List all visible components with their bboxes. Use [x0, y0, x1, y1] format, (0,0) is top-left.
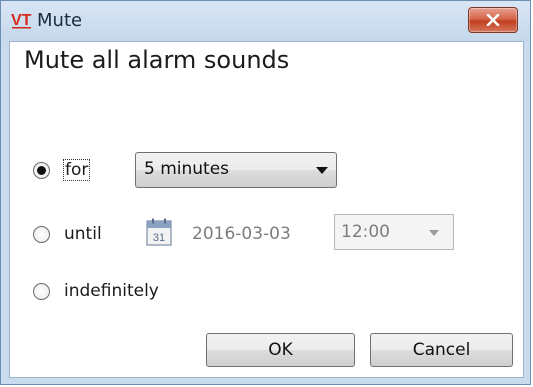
window-title: Mute: [37, 10, 83, 31]
close-icon: [486, 14, 500, 26]
radio-until[interactable]: [33, 226, 50, 243]
svg-text:VT: VT: [11, 12, 32, 29]
calendar-icon[interactable]: 31: [146, 218, 172, 246]
title-bar[interactable]: VT Mute: [1, 1, 530, 41]
radio-for-label[interactable]: for: [62, 159, 91, 181]
until-date-value: 2016-03-03: [192, 224, 291, 244]
cancel-button[interactable]: Cancel: [370, 333, 513, 367]
chevron-down-icon: [316, 167, 328, 174]
radio-indefinitely[interactable]: [33, 283, 50, 300]
calendar-day-number: 31: [153, 232, 165, 244]
until-time-value: 12:00: [341, 222, 390, 242]
chevron-down-icon: [429, 230, 439, 236]
until-time-field: 12:00: [334, 214, 454, 250]
duration-dropdown-value: 5 minutes: [144, 159, 230, 179]
radio-for[interactable]: [33, 162, 50, 179]
radio-selected-dot: [37, 166, 46, 175]
radio-indefinitely-label[interactable]: indefinitely: [64, 281, 159, 301]
close-button[interactable]: [468, 7, 518, 33]
dialog-body: [9, 41, 524, 378]
duration-dropdown[interactable]: 5 minutes: [135, 152, 337, 188]
radio-until-label[interactable]: until: [64, 224, 102, 244]
dialog-heading: Mute all alarm sounds: [24, 46, 290, 74]
vt-logo-icon: VT: [11, 10, 33, 30]
ok-button[interactable]: OK: [206, 333, 355, 367]
